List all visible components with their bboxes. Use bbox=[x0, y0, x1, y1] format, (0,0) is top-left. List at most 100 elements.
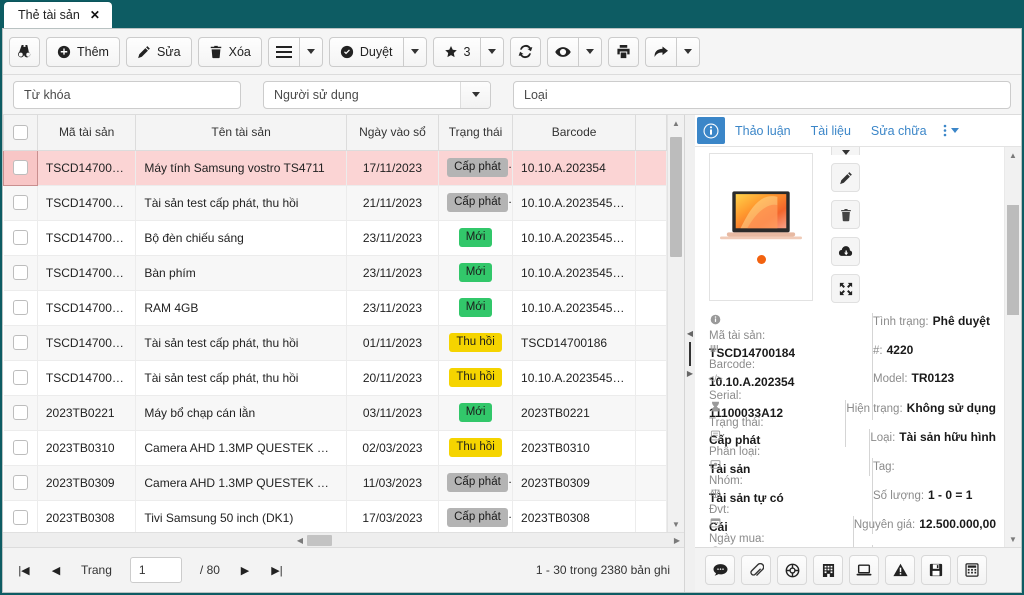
tab-overflow-menu[interactable] bbox=[937, 115, 965, 146]
column-header-ngay-vao-so[interactable]: Ngày vào sổ bbox=[345, 115, 440, 151]
page-input[interactable]: 1 bbox=[129, 557, 182, 583]
select-all-checkbox[interactable] bbox=[12, 124, 28, 140]
comment-button[interactable] bbox=[705, 555, 735, 585]
menu-button[interactable] bbox=[267, 36, 299, 67]
chevron-down-icon[interactable] bbox=[460, 81, 490, 108]
tab-sua-chua[interactable]: Sửa chữa bbox=[861, 115, 937, 146]
table-row[interactable]: 2023TB0310Camera AHD 1.3MP QUESTEK QOB-4… bbox=[3, 430, 667, 466]
row-select-cell[interactable] bbox=[3, 430, 38, 466]
photo-download-button[interactable] bbox=[831, 237, 860, 266]
approve-button[interactable]: Duyệt bbox=[328, 36, 403, 67]
table-row[interactable]: TSCD14700184 Máy tính Samsung vostro TS47… bbox=[3, 149, 667, 186]
grid-vertical-scrollbar[interactable]: ▲ ▼ bbox=[667, 115, 684, 532]
scroll-left-icon[interactable]: ◀ bbox=[293, 536, 307, 545]
photo-expand-button[interactable] bbox=[831, 274, 860, 303]
save-button[interactable] bbox=[921, 555, 951, 585]
row-checkbox[interactable] bbox=[12, 475, 28, 491]
refresh-button[interactable] bbox=[510, 36, 542, 67]
row-checkbox[interactable] bbox=[12, 160, 28, 176]
warning-button[interactable] bbox=[885, 555, 915, 585]
lifebuoy-button[interactable] bbox=[777, 555, 807, 585]
pane-splitter[interactable]: ◀ ▶ bbox=[685, 115, 695, 592]
collapse-left-icon[interactable]: ◀ bbox=[687, 329, 693, 338]
tab-info[interactable] bbox=[697, 117, 725, 144]
favorite-button[interactable]: 3 bbox=[432, 36, 481, 67]
row-select-cell[interactable] bbox=[3, 185, 38, 221]
keyword-input[interactable]: Từ khóa bbox=[13, 80, 241, 109]
tab-thao-luan[interactable]: Thảo luận bbox=[725, 115, 801, 146]
table-row[interactable]: TSCD14700187 Tài sản test cấp phát, thu h… bbox=[3, 185, 667, 221]
row-checkbox[interactable] bbox=[12, 370, 28, 386]
column-header-trang-thai[interactable]: Trạng thái bbox=[438, 115, 514, 151]
first-page-icon[interactable]: |◀ bbox=[17, 564, 31, 577]
share-button[interactable] bbox=[645, 36, 677, 67]
scroll-up-icon[interactable]: ▲ bbox=[1005, 147, 1021, 163]
tab-tai-lieu[interactable]: Tài liệu bbox=[801, 115, 861, 146]
scroll-right-icon[interactable]: ▶ bbox=[670, 536, 684, 545]
photo-action-partial[interactable] bbox=[831, 147, 860, 155]
asset-photo[interactable] bbox=[709, 153, 813, 301]
user-select[interactable]: Người sử dụng bbox=[263, 80, 491, 109]
table-row[interactable]: 2023TB0308 Tivi Samsung 50 inch (DK1) 17/0… bbox=[3, 500, 667, 532]
table-row[interactable]: TSCD14700185 Tài sản test cấp phát, thu h… bbox=[3, 360, 667, 396]
tab-the-tai-san[interactable]: Thẻ tài sản ✕ bbox=[4, 2, 112, 28]
table-row[interactable]: 2023TB0309Camera AHD 1.3MP QUESTEK QOB-4… bbox=[3, 465, 667, 501]
row-select-cell[interactable] bbox=[3, 395, 38, 431]
paperclip-button[interactable] bbox=[741, 555, 771, 585]
scroll-down-icon[interactable]: ▼ bbox=[668, 516, 684, 532]
row-checkbox[interactable] bbox=[12, 230, 28, 246]
row-checkbox[interactable] bbox=[12, 195, 28, 211]
add-button[interactable]: Thêm bbox=[46, 36, 120, 67]
building-button[interactable] bbox=[813, 555, 843, 585]
column-header-barcode[interactable]: Barcode bbox=[512, 115, 637, 151]
row-checkbox[interactable] bbox=[12, 440, 28, 456]
row-select-cell[interactable] bbox=[3, 465, 38, 501]
row-checkbox[interactable] bbox=[12, 265, 28, 281]
photo-edit-button[interactable] bbox=[831, 163, 860, 192]
row-checkbox[interactable] bbox=[12, 405, 28, 421]
print-button[interactable] bbox=[608, 36, 640, 67]
row-select-cell[interactable] bbox=[3, 325, 38, 361]
select-all-header[interactable] bbox=[3, 115, 38, 151]
menu-dropdown-button[interactable] bbox=[298, 36, 323, 67]
collapse-right-icon[interactable]: ▶ bbox=[687, 369, 693, 378]
row-checkbox[interactable] bbox=[12, 335, 28, 351]
share-dropdown-button[interactable] bbox=[676, 36, 701, 67]
table-row[interactable]: 2023TB0221 Máy bổ chạp cán lằn 03/11/2023 M… bbox=[3, 395, 667, 431]
row-select-cell[interactable] bbox=[3, 290, 38, 326]
column-header-ma-tai-san[interactable]: Mã tài sản bbox=[36, 115, 137, 151]
splitter-handle[interactable] bbox=[689, 341, 691, 366]
hscroll-thumb[interactable] bbox=[307, 534, 332, 546]
calculator-button[interactable] bbox=[957, 555, 987, 585]
row-select-cell[interactable] bbox=[3, 255, 38, 291]
detail-vertical-scrollbar[interactable]: ▲ ▼ bbox=[1004, 147, 1021, 547]
type-input[interactable]: Loại bbox=[513, 80, 1011, 109]
favorite-dropdown-button[interactable] bbox=[480, 36, 505, 67]
photo-delete-button[interactable] bbox=[831, 200, 860, 229]
edit-button[interactable]: Sửa bbox=[125, 36, 192, 67]
scroll-up-icon[interactable]: ▲ bbox=[668, 115, 684, 131]
view-button[interactable] bbox=[547, 36, 579, 67]
close-icon[interactable]: ✕ bbox=[90, 9, 100, 21]
table-row[interactable]: TSCD14700190 Bộ đèn chiếu sáng 23/11/2023 M… bbox=[3, 220, 667, 256]
row-select-cell[interactable] bbox=[3, 360, 38, 396]
view-dropdown-button[interactable] bbox=[578, 36, 603, 67]
table-row[interactable]: TSCD14700186 Tài sản test cấp phát, thu h… bbox=[3, 325, 667, 361]
row-checkbox[interactable] bbox=[12, 300, 28, 316]
grid-horizontal-scrollbar[interactable]: ◀ ▶ bbox=[3, 532, 684, 547]
row-select-cell[interactable] bbox=[3, 500, 38, 532]
detail-scroll-thumb[interactable] bbox=[1007, 205, 1019, 315]
approve-dropdown-button[interactable] bbox=[402, 36, 427, 67]
prev-page-icon[interactable]: ◀ bbox=[49, 564, 63, 577]
row-select-cell[interactable] bbox=[3, 149, 38, 186]
delete-button[interactable]: Xóa bbox=[197, 36, 262, 67]
table-row[interactable]: TSCD14700189 Bàn phím 23/11/2023 Mới 10.10.A… bbox=[3, 255, 667, 291]
table-row[interactable]: TSCD14700188 RAM 4GB 23/11/2023 Mới 10.10.A.… bbox=[3, 290, 667, 326]
next-page-icon[interactable]: ▶ bbox=[238, 564, 252, 577]
search-button[interactable] bbox=[9, 36, 40, 67]
last-page-icon[interactable]: ▶| bbox=[270, 564, 284, 577]
laptop-button[interactable] bbox=[849, 555, 879, 585]
column-header-ten-tai-san[interactable]: Tên tài sản bbox=[135, 115, 347, 151]
scroll-thumb[interactable] bbox=[670, 137, 682, 257]
scroll-down-icon[interactable]: ▼ bbox=[1005, 531, 1021, 547]
